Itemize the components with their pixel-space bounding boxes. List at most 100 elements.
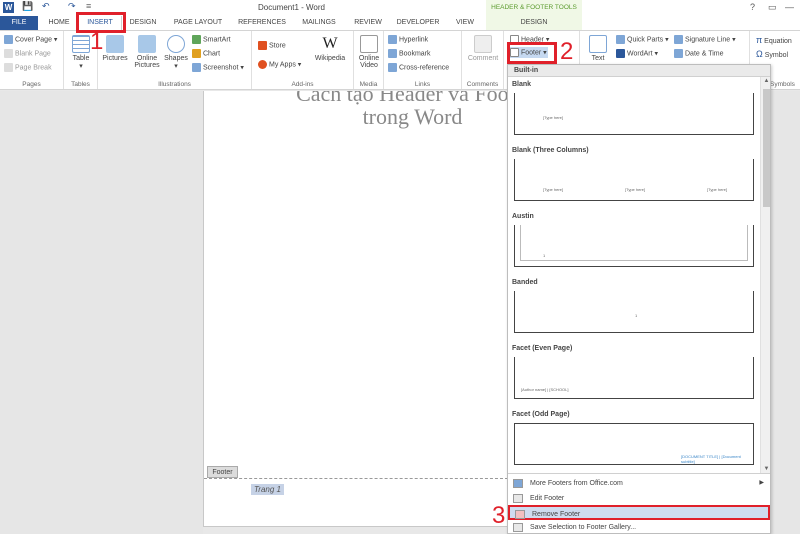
symbol-button[interactable]: Ω Symbol [756, 49, 788, 59]
thumb-placeholder: [Author name] | [SCHOOL] [521, 387, 569, 392]
omega-icon: Ω [756, 49, 763, 59]
more-footers-label: More Footers from Office.com [530, 480, 623, 487]
gallery-scrollbar[interactable]: ▲ ▼ [760, 77, 770, 473]
pictures-button[interactable]: Pictures [100, 35, 130, 62]
tab-references[interactable]: REFERENCES [234, 16, 290, 30]
thumb-placeholder: [DOCUMENT TITLE] | [Document subtitle] [681, 454, 741, 464]
thumb-placeholder: [Type here] [625, 187, 646, 192]
cover-page-button[interactable]: Cover Page ▾ [4, 35, 57, 44]
group-addins: Store My Apps ▾ W Wikipedia Add-ins [252, 31, 354, 89]
equation-button[interactable]: π Equation [756, 35, 792, 45]
group-tables-label: Tables [71, 81, 90, 88]
save-selection-menu-item[interactable]: Save Selection to Footer Gallery... [508, 520, 770, 533]
undo-icon[interactable]: ↶ [42, 1, 50, 12]
group-comments: Comment Comments [462, 31, 504, 89]
group-media: Online Video Media [354, 31, 384, 89]
tab-design[interactable]: DESIGN [124, 16, 162, 30]
group-media-label: Media [359, 81, 378, 88]
table-label: Table [72, 55, 90, 62]
customize-qat-icon[interactable]: ≡ [86, 1, 91, 11]
remove-footer-icon [515, 510, 525, 519]
quick-parts-button[interactable]: Quick Parts ▾ [616, 35, 669, 44]
tab-mailings[interactable]: MAILINGS [296, 16, 342, 30]
gallery-item-banded[interactable]: 1 [514, 291, 754, 333]
chart-icon [192, 49, 201, 58]
ribbon-display-icon[interactable]: ▭ [768, 2, 777, 13]
equation-label: Equation [764, 38, 792, 45]
online-video-label-1: Online [358, 55, 380, 62]
remove-footer-label: Remove Footer [532, 511, 581, 518]
edit-footer-menu-item[interactable]: Edit Footer [508, 491, 770, 506]
smartart-button[interactable]: SmartArt [192, 35, 231, 44]
document-heading-line2: trong Word [362, 104, 463, 129]
signature-line-icon [674, 35, 683, 44]
cross-reference-button[interactable]: Cross-reference [388, 63, 449, 72]
bookmark-label: Bookmark [399, 50, 431, 58]
wikipedia-button[interactable]: W Wikipedia [310, 35, 350, 62]
tab-home[interactable]: HOME [44, 16, 74, 30]
remove-footer-menu-item[interactable]: Remove Footer [508, 505, 770, 520]
my-apps-icon [258, 60, 267, 69]
chart-label: Chart [203, 50, 221, 58]
chart-button[interactable]: Chart [192, 49, 220, 58]
cross-reference-label: Cross-reference [399, 64, 450, 72]
online-pictures-button[interactable]: Online Pictures [132, 35, 162, 69]
table-icon [72, 35, 90, 53]
date-time-button[interactable]: Date & Time [674, 49, 724, 58]
blank-page-label: Blank Page [15, 50, 51, 58]
screenshot-label: Screenshot [203, 64, 239, 72]
tab-file[interactable]: FILE [0, 16, 38, 30]
hyperlink-button[interactable]: Hyperlink [388, 35, 428, 44]
edit-footer-icon [513, 494, 523, 503]
tab-developer[interactable]: DEVELOPER [394, 16, 442, 30]
redo-icon[interactable]: ↷ [68, 1, 76, 12]
annotation-number-3: 3 [492, 502, 506, 529]
save-icon[interactable]: 💾 [22, 1, 33, 12]
my-apps-button[interactable]: My Apps ▾ [258, 60, 301, 69]
gallery-item-title: Blank [512, 81, 532, 88]
bookmark-button[interactable]: Bookmark [388, 49, 431, 58]
scroll-down-icon[interactable]: ▼ [761, 466, 770, 472]
tab-view[interactable]: VIEW [452, 16, 478, 30]
scroll-up-icon[interactable]: ▲ [761, 78, 770, 84]
pi-icon: π [756, 35, 763, 45]
tab-header-footer-design[interactable]: DESIGN [486, 16, 582, 30]
help-icon[interactable]: ? [750, 2, 755, 12]
edit-footer-label: Edit Footer [530, 495, 565, 502]
cover-page-icon [4, 35, 13, 44]
signature-line-button[interactable]: Signature Line ▾ [674, 35, 736, 44]
group-illustrations: Pictures Online Pictures Shapes ▾ SmartAr… [98, 31, 252, 89]
shapes-button[interactable]: Shapes ▾ [162, 35, 190, 70]
header-footer-tools-title: HEADER & FOOTER TOOLS [486, 0, 582, 16]
scrollbar-thumb[interactable] [763, 89, 770, 207]
minimize-icon[interactable]: — [785, 2, 794, 12]
tab-page-layout[interactable]: PAGE LAYOUT [168, 16, 228, 30]
tab-review[interactable]: REVIEW [350, 16, 386, 30]
my-apps-label: My Apps [269, 61, 296, 69]
text-box-button[interactable]: Text [584, 35, 612, 62]
thumb-placeholder: [Type here] [543, 187, 564, 192]
shapes-label: Shapes [164, 55, 188, 62]
comment-button[interactable]: Comment [464, 35, 502, 62]
document-page[interactable]: Cách tạo Header và Footer trong Word Foo… [203, 91, 507, 527]
gallery-item-austin[interactable]: 1 [514, 225, 754, 267]
text-box-label: Text [591, 55, 605, 62]
gallery-item-facet-even[interactable]: [Author name] | [SCHOOL] [514, 357, 754, 399]
page-break-button[interactable]: Page Break [4, 63, 52, 72]
blank-page-button[interactable]: Blank Page [4, 49, 51, 58]
bookmark-icon [388, 49, 397, 58]
group-comments-label: Comments [466, 81, 499, 88]
more-footers-menu-item[interactable]: More Footers from Office.com ▶ [508, 476, 770, 491]
gallery-item-facet-odd[interactable]: [DOCUMENT TITLE] | [Document subtitle] [514, 423, 754, 465]
screenshot-icon [192, 63, 201, 72]
group-symbols-label: Symbols [770, 81, 795, 88]
screenshot-button[interactable]: Screenshot ▾ [192, 63, 244, 72]
gallery-item-blank-three-columns[interactable]: [Type here] [Type here] [Type here] [514, 159, 754, 201]
save-selection-icon [513, 523, 523, 532]
online-video-button[interactable]: Online Video [355, 35, 383, 69]
gallery-item-blank[interactable]: [Type here] [514, 93, 754, 135]
footer-content[interactable]: Trang 1 [251, 484, 284, 495]
annotation-number-1: 1 [90, 28, 104, 55]
store-button[interactable]: Store [258, 41, 286, 50]
wordart-button[interactable]: WordArt ▾ [616, 49, 658, 58]
